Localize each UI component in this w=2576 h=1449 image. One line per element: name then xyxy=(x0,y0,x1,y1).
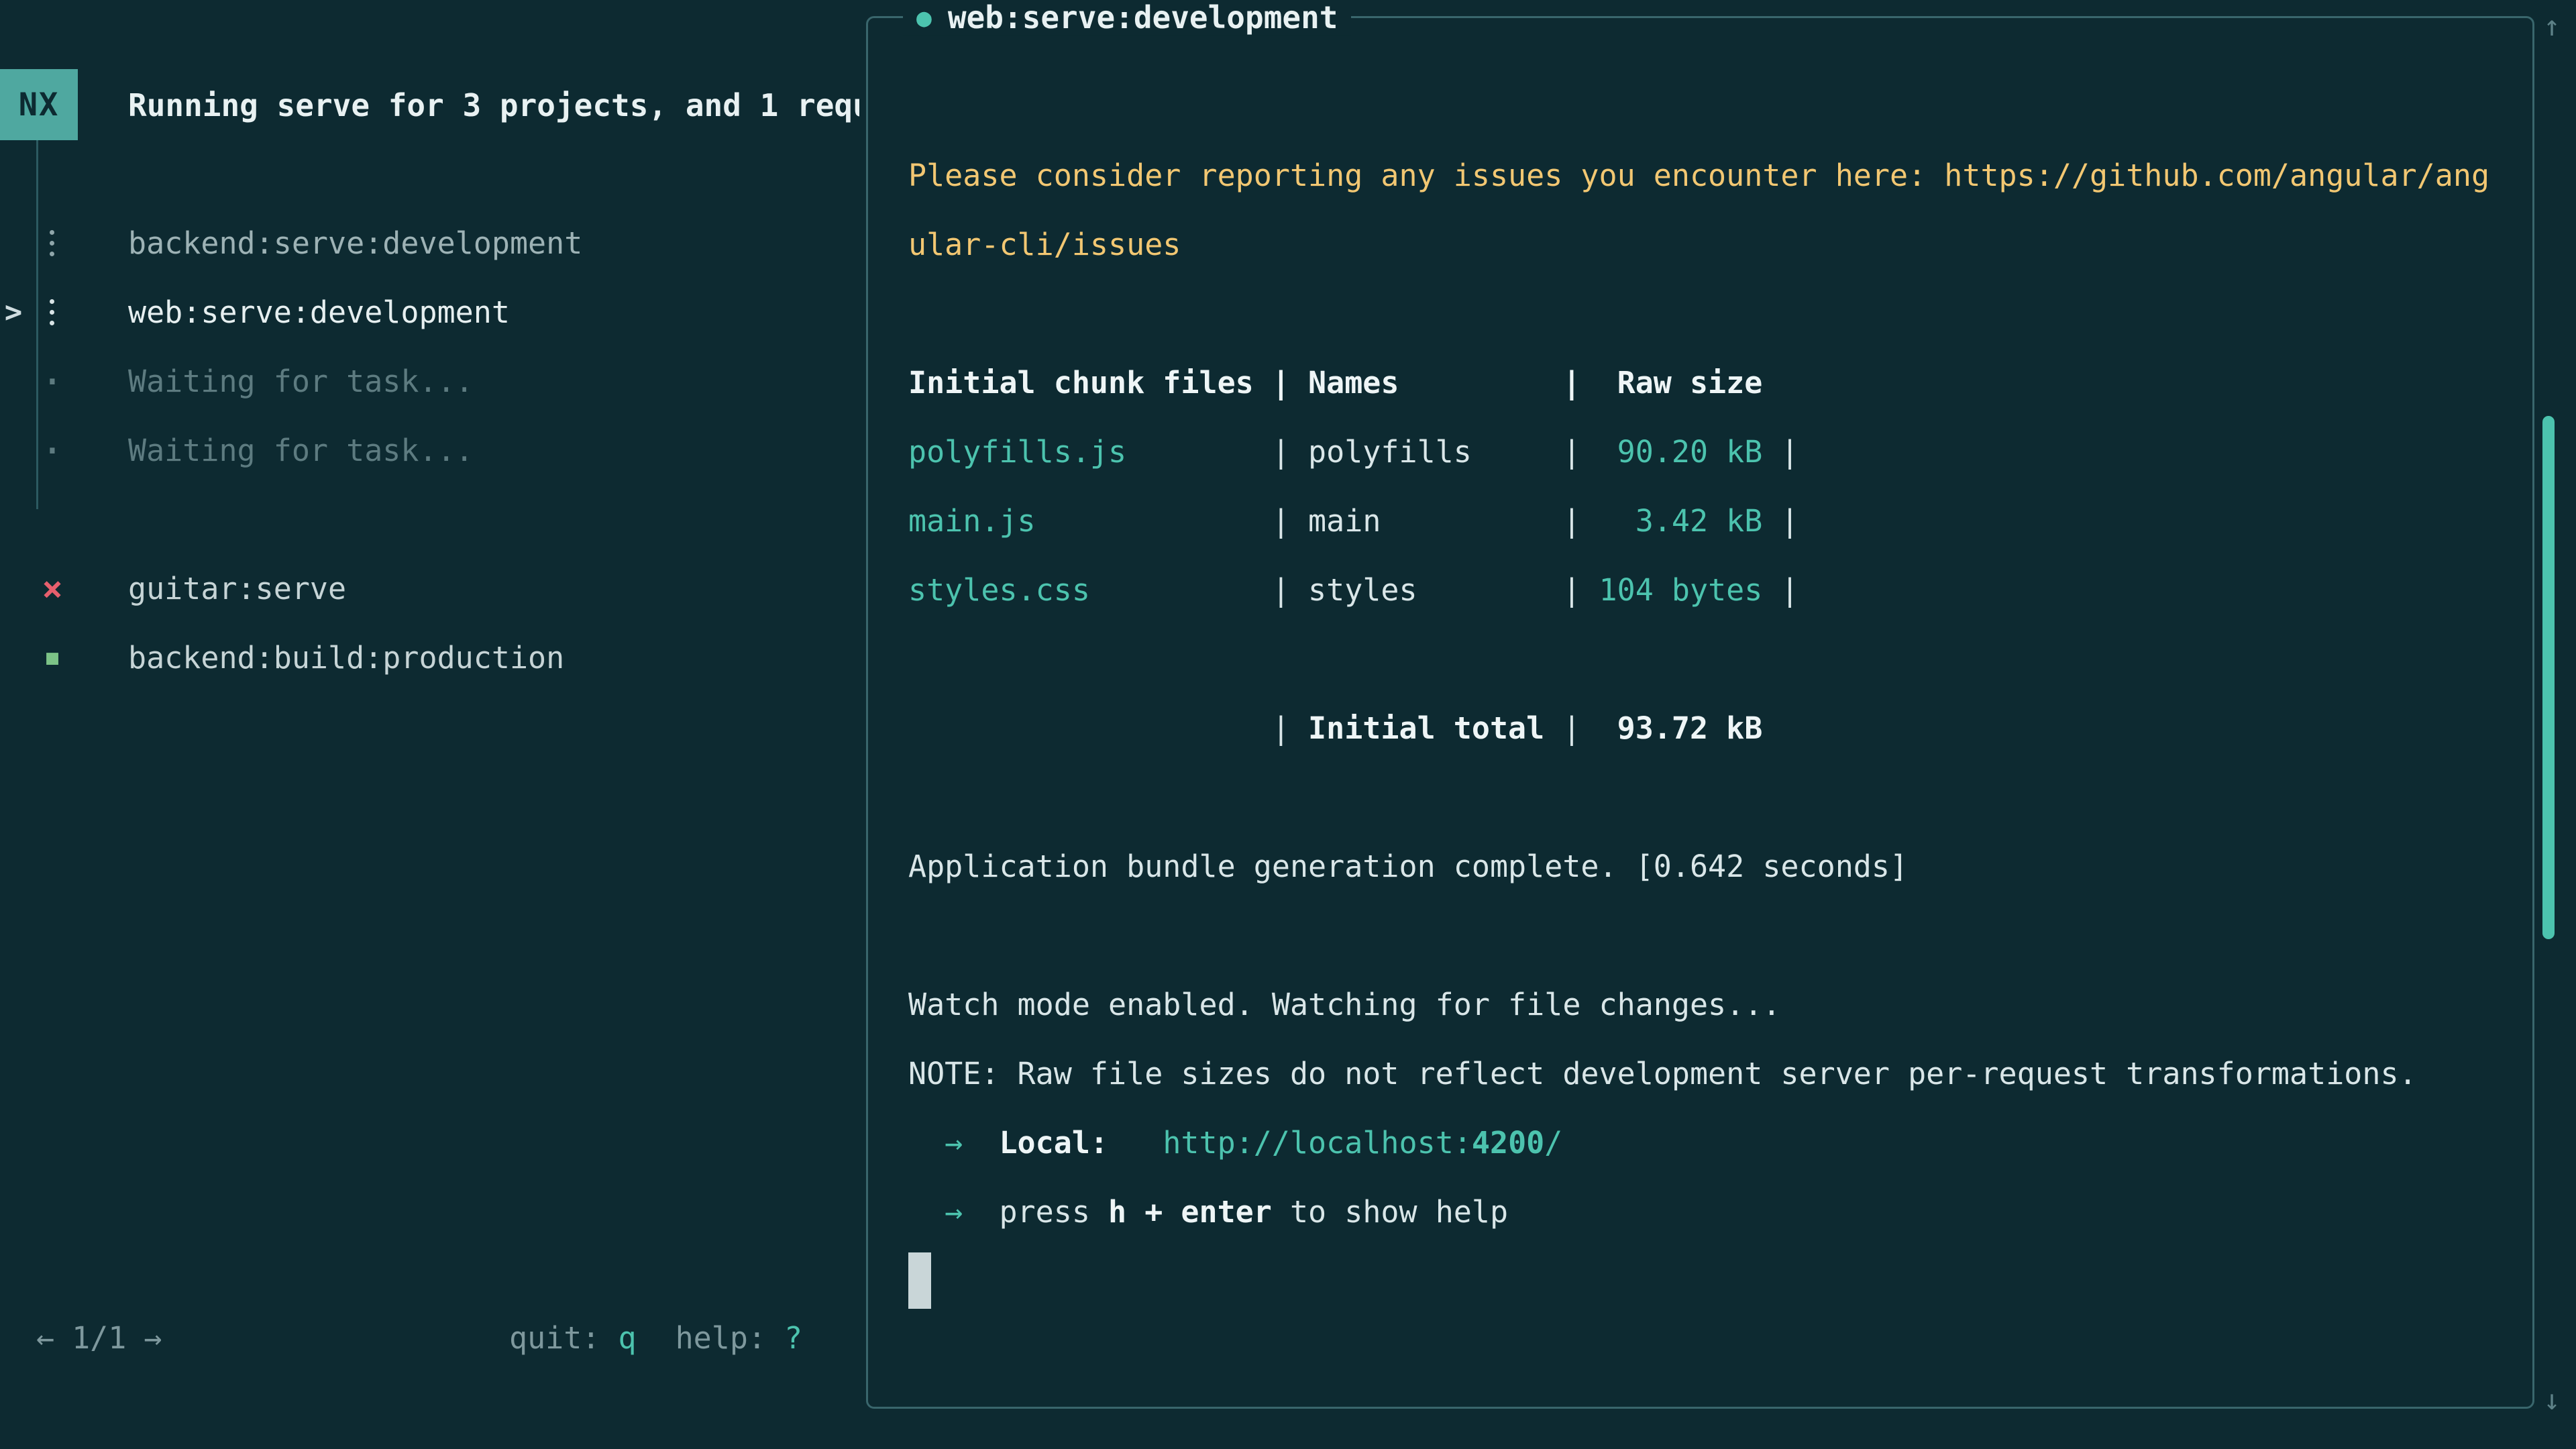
spinner-icon xyxy=(38,209,67,278)
terminal-line xyxy=(908,279,2489,348)
task-label: backend:build:production xyxy=(128,623,564,692)
task-row[interactable]: backend:serve:development xyxy=(0,209,859,278)
nx-logo: NX xyxy=(0,69,78,140)
running-status-icon: ● xyxy=(916,3,932,32)
arrow-icon: → xyxy=(908,1194,999,1230)
task-row[interactable]: · Waiting for task... xyxy=(0,416,859,485)
chunk-size: 90.20 kB xyxy=(1599,434,1763,470)
task-label: Waiting for task... xyxy=(128,416,474,485)
quit-label: quit: xyxy=(509,1320,600,1356)
text-segment: | styles | xyxy=(1090,572,1599,608)
chunk-file: polyfills.js xyxy=(908,434,1126,470)
output-pane: ● web:serve:development Please consider … xyxy=(866,16,2534,1409)
terminal-line: | Initial total | 93.72 kB xyxy=(908,694,2489,763)
terminal-line: main.js | main | 3.42 kB | xyxy=(908,486,2489,555)
terminal-line: Watch mode enabled. Watching for file ch… xyxy=(908,970,2489,1039)
text-segment xyxy=(1108,1125,1163,1161)
task-label: guitar:serve xyxy=(128,554,346,623)
task-row[interactable]: × guitar:serve xyxy=(0,554,859,623)
terminal-line xyxy=(908,625,2489,694)
help-key: ? xyxy=(784,1320,802,1356)
help-shortcut: h + enter xyxy=(1108,1194,1272,1230)
pager-next-icon[interactable]: → xyxy=(144,1320,162,1356)
success-square-icon: ■ xyxy=(38,623,67,692)
pane-title-text: web:serve:development xyxy=(948,0,1338,36)
terminal-line: styles.css | styles | 104 bytes | xyxy=(908,555,2489,625)
sidebar-title: Running serve for 3 projects, and 1 requ xyxy=(128,72,859,139)
task-row[interactable]: ■ backend:build:production xyxy=(0,623,859,692)
local-label: Local: xyxy=(999,1125,1108,1161)
terminal-line xyxy=(908,1246,2489,1316)
scroll-down-icon[interactable]: ↓ xyxy=(2536,1383,2568,1416)
text-segment: | xyxy=(908,710,1308,746)
chunk-size: 3.42 kB xyxy=(1599,503,1763,539)
localhost-url[interactable]: / xyxy=(1544,1125,1562,1161)
terminal-line: → Local: http://localhost:4200/ xyxy=(908,1108,2489,1177)
spinner-icon xyxy=(38,278,67,347)
terminal-line: Initial chunk files | Names | Raw size xyxy=(908,348,2489,417)
task-label: web:serve:development xyxy=(128,278,510,347)
selected-caret-icon: > xyxy=(0,278,27,347)
pager-label: 1/1 xyxy=(72,1320,126,1356)
chunk-file: styles.css xyxy=(908,572,1090,608)
waiting-dot-icon: · xyxy=(38,416,67,485)
task-row[interactable]: > web:serve:development xyxy=(0,278,859,347)
note-message: NOTE: Raw file sizes do not reflect deve… xyxy=(908,1056,2417,1091)
scroll-up-icon[interactable]: ↑ xyxy=(2536,9,2568,42)
terminal-line: Please consider reporting any issues you… xyxy=(908,141,2489,210)
terminal-line: Application bundle generation complete. … xyxy=(908,832,2489,901)
terminal-cursor xyxy=(908,1252,931,1309)
table-header: Initial chunk files | Names | Raw size xyxy=(908,365,1762,400)
terminal-line xyxy=(908,763,2489,832)
text-segment: | xyxy=(1544,710,1617,746)
terminal-line: ular-cli/issues xyxy=(908,210,2489,279)
watch-mode-message: Watch mode enabled. Watching for file ch… xyxy=(908,987,1780,1022)
initial-total-size: 93.72 kB xyxy=(1617,710,1763,746)
task-label: backend:serve:development xyxy=(128,209,582,278)
initial-total-label: Initial total xyxy=(1308,710,1544,746)
terminal-line: polyfills.js | polyfills | 90.20 kB | xyxy=(908,417,2489,486)
nx-terminal-ui: NX Running serve for 3 projects, and 1 r… xyxy=(0,0,2576,1449)
failed-x-icon: × xyxy=(38,554,67,623)
text-segment: to show help xyxy=(1272,1194,1508,1230)
text-segment: | polyfills | xyxy=(1126,434,1599,470)
task-row[interactable]: · Waiting for task... xyxy=(0,347,859,416)
localhost-url[interactable]: http://localhost: xyxy=(1163,1125,1472,1161)
text-segment: press xyxy=(999,1194,1108,1230)
text-segment: | xyxy=(1762,572,1799,608)
pager-prev-icon[interactable]: ← xyxy=(36,1320,54,1356)
terminal-line: NOTE: Raw file sizes do not reflect deve… xyxy=(908,1039,2489,1108)
scrollbar-thumb[interactable] xyxy=(2542,416,2555,939)
chunk-file: main.js xyxy=(908,503,1036,539)
terminal-output: Please consider reporting any issues you… xyxy=(908,141,2489,1316)
terminal-line xyxy=(908,901,2489,970)
terminal-line: → press h + enter to show help xyxy=(908,1177,2489,1246)
github-issues-url[interactable]: https://github.com/angular/ang xyxy=(1944,158,2489,193)
chunk-size: 104 bytes xyxy=(1599,572,1763,608)
github-issues-url[interactable]: ular-cli/issues xyxy=(908,227,1181,262)
text-segment: | main | xyxy=(1036,503,1599,539)
localhost-url-port[interactable]: 4200 xyxy=(1472,1125,1544,1161)
help-bar: quit: q help: ? xyxy=(509,1303,802,1373)
waiting-dot-icon: · xyxy=(38,347,67,416)
help-label: help: xyxy=(676,1320,766,1356)
task-list: backend:serve:development > web:serve:deve… xyxy=(0,209,859,692)
quit-key: q xyxy=(618,1320,636,1356)
text-segment: | xyxy=(1762,503,1799,539)
task-list-spacer xyxy=(0,485,859,554)
bundle-complete-message: Application bundle generation complete. … xyxy=(908,849,1908,884)
text-segment: | xyxy=(1762,434,1799,470)
pane-title: ● web:serve:development xyxy=(903,0,1351,36)
text-segment: Please consider reporting any issues you… xyxy=(908,158,1944,193)
task-label: Waiting for task... xyxy=(128,347,474,416)
arrow-icon: → xyxy=(908,1125,999,1161)
pager: ← 1/1 → xyxy=(36,1303,162,1373)
